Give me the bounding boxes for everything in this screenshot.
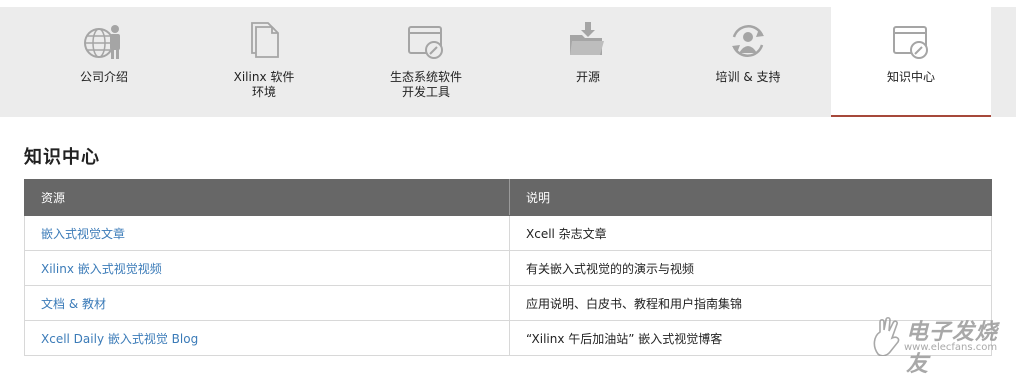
resource-link[interactable]: 嵌入式视觉文章 — [24, 215, 510, 251]
tab-training-support[interactable]: 培训 & 支持 — [668, 7, 828, 117]
resources-table: 资源 说明 嵌入式视觉文章 Xcell 杂志文章 Xilinx 嵌入式视觉视频 … — [24, 179, 992, 356]
tab-open-source[interactable]: 开源 — [508, 7, 668, 117]
globe-person-icon — [84, 25, 120, 59]
hand-icon — [873, 316, 900, 356]
folder-download-icon — [570, 22, 604, 55]
resource-description: Xcell 杂志文章 — [509, 215, 992, 251]
tab-label: 开源 — [575, 70, 600, 84]
tab-bar: 公司介绍 Xilinx 软件 环境 生态系统软件 开发工具 开源 培训 & 支持… — [0, 7, 1016, 117]
table-row: Xcell Daily 嵌入式视觉 Blog “Xilinx 午后加油站” 嵌入… — [24, 320, 992, 356]
tab-company-intro[interactable]: 公司介绍 — [24, 7, 184, 117]
table-row: Xilinx 嵌入式视觉视频 有关嵌入式视觉的的演示与视频 — [24, 250, 992, 286]
resource-description: 有关嵌入式视觉的的演示与视频 — [509, 250, 992, 286]
resource-link[interactable]: Xilinx 嵌入式视觉视频 — [24, 250, 510, 286]
tab-label: 知识中心 — [886, 70, 935, 84]
documents-icon — [251, 22, 279, 58]
tab-label: 培训 & 支持 — [715, 70, 781, 84]
watermark-url: www.elecfans.com — [904, 342, 998, 353]
tab-xilinx-software[interactable]: Xilinx 软件 环境 — [184, 7, 344, 117]
tab-label: 公司介绍 — [79, 70, 128, 84]
tab-ecosystem-tools[interactable]: 生态系统软件 开发工具 — [346, 7, 506, 117]
tab-knowledge-center[interactable]: 知识中心 — [831, 7, 991, 117]
resource-link[interactable]: Xcell Daily 嵌入式视觉 Blog — [24, 320, 510, 356]
tab-label: 生态系统软件 开发工具 — [389, 70, 462, 99]
window-wrench-icon — [408, 26, 443, 59]
tab-label: Xilinx 软件 环境 — [233, 70, 295, 99]
window-wrench-icon — [893, 26, 928, 59]
resource-link[interactable]: 文档 & 教材 — [24, 285, 510, 321]
column-header-resource: 资源 — [24, 179, 510, 216]
table-row: 嵌入式视觉文章 Xcell 杂志文章 — [24, 215, 992, 251]
person-cycle-icon — [732, 25, 764, 57]
table-row: 文档 & 教材 应用说明、白皮书、教程和用户指南集锦 — [24, 285, 992, 321]
table-header-row: 资源 说明 — [24, 179, 992, 216]
page-title: 知识中心 — [24, 147, 100, 168]
column-header-description: 说明 — [509, 179, 992, 216]
watermark: 电子发烧友 www.elecfans.com — [866, 312, 1016, 377]
